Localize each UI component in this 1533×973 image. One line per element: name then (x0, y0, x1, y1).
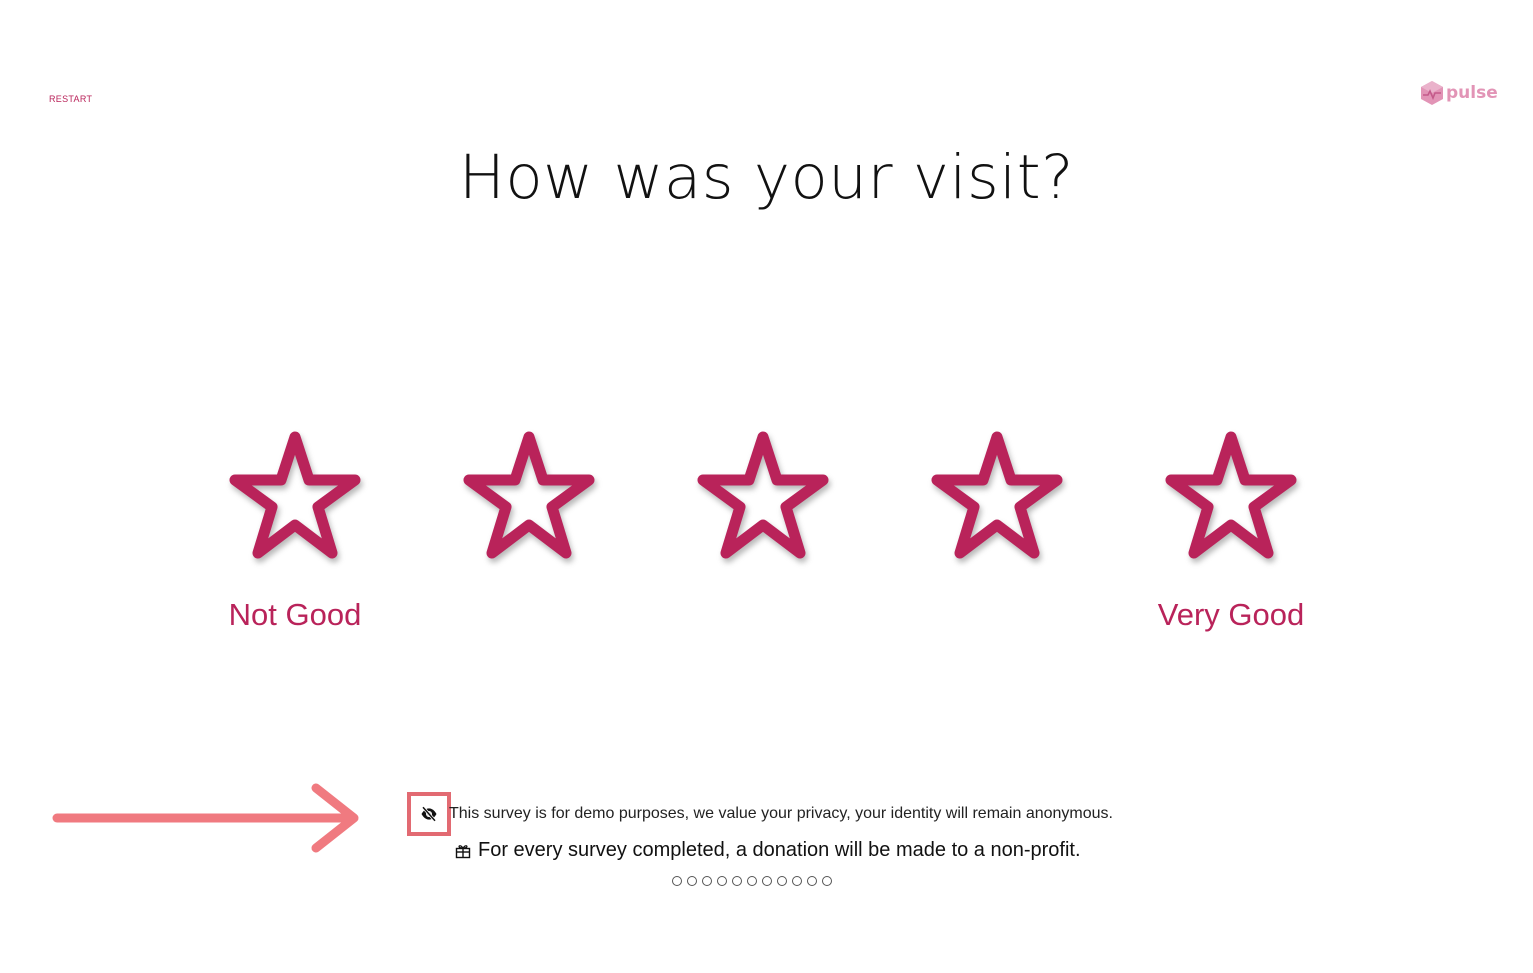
brand-logo: pulse (1420, 80, 1498, 106)
eye-slash-icon (421, 806, 437, 822)
annotation-arrow (52, 783, 359, 853)
gift-icon (455, 844, 471, 858)
min-rating-label: Not Good (228, 597, 362, 632)
star-outline-icon (697, 431, 829, 559)
page-dot[interactable] (822, 876, 832, 886)
page-indicator (672, 876, 832, 886)
star-3[interactable] (683, 425, 843, 575)
page-dot[interactable] (762, 876, 772, 886)
star-2[interactable] (449, 425, 609, 575)
brand-name: pulse (1446, 83, 1498, 103)
star-4[interactable] (917, 425, 1077, 575)
page-dot[interactable] (672, 876, 682, 886)
donation-text: For every survey completed, a donation w… (478, 839, 1081, 861)
page-dot[interactable] (702, 876, 712, 886)
page-dot[interactable] (732, 876, 742, 886)
pulse-logo-icon (1421, 81, 1443, 105)
question-title: How was your visit? (458, 142, 1075, 213)
star-outline-icon (931, 431, 1063, 559)
page-dot[interactable] (717, 876, 727, 886)
page-dot[interactable] (687, 876, 697, 886)
page-dot[interactable] (807, 876, 817, 886)
page-dot[interactable] (747, 876, 757, 886)
privacy-icon-highlight[interactable] (407, 792, 451, 836)
star-outline-icon (1165, 431, 1297, 559)
donation-notice: For every survey completed, a donation w… (455, 839, 1081, 862)
star-rating: Not Good Very Good (0, 425, 1533, 685)
star-1[interactable] (215, 425, 375, 575)
max-rating-label: Very Good (1157, 597, 1305, 632)
page-dot[interactable] (792, 876, 802, 886)
star-outline-icon (463, 431, 595, 559)
star-outline-icon (229, 431, 361, 559)
page-dot[interactable] (777, 876, 787, 886)
privacy-text: This survey is for demo purposes, we val… (449, 805, 1113, 822)
star-5[interactable] (1151, 425, 1311, 575)
privacy-notice: This survey is for demo purposes, we val… (407, 792, 1113, 836)
restart-link[interactable]: RESTART (49, 94, 92, 104)
